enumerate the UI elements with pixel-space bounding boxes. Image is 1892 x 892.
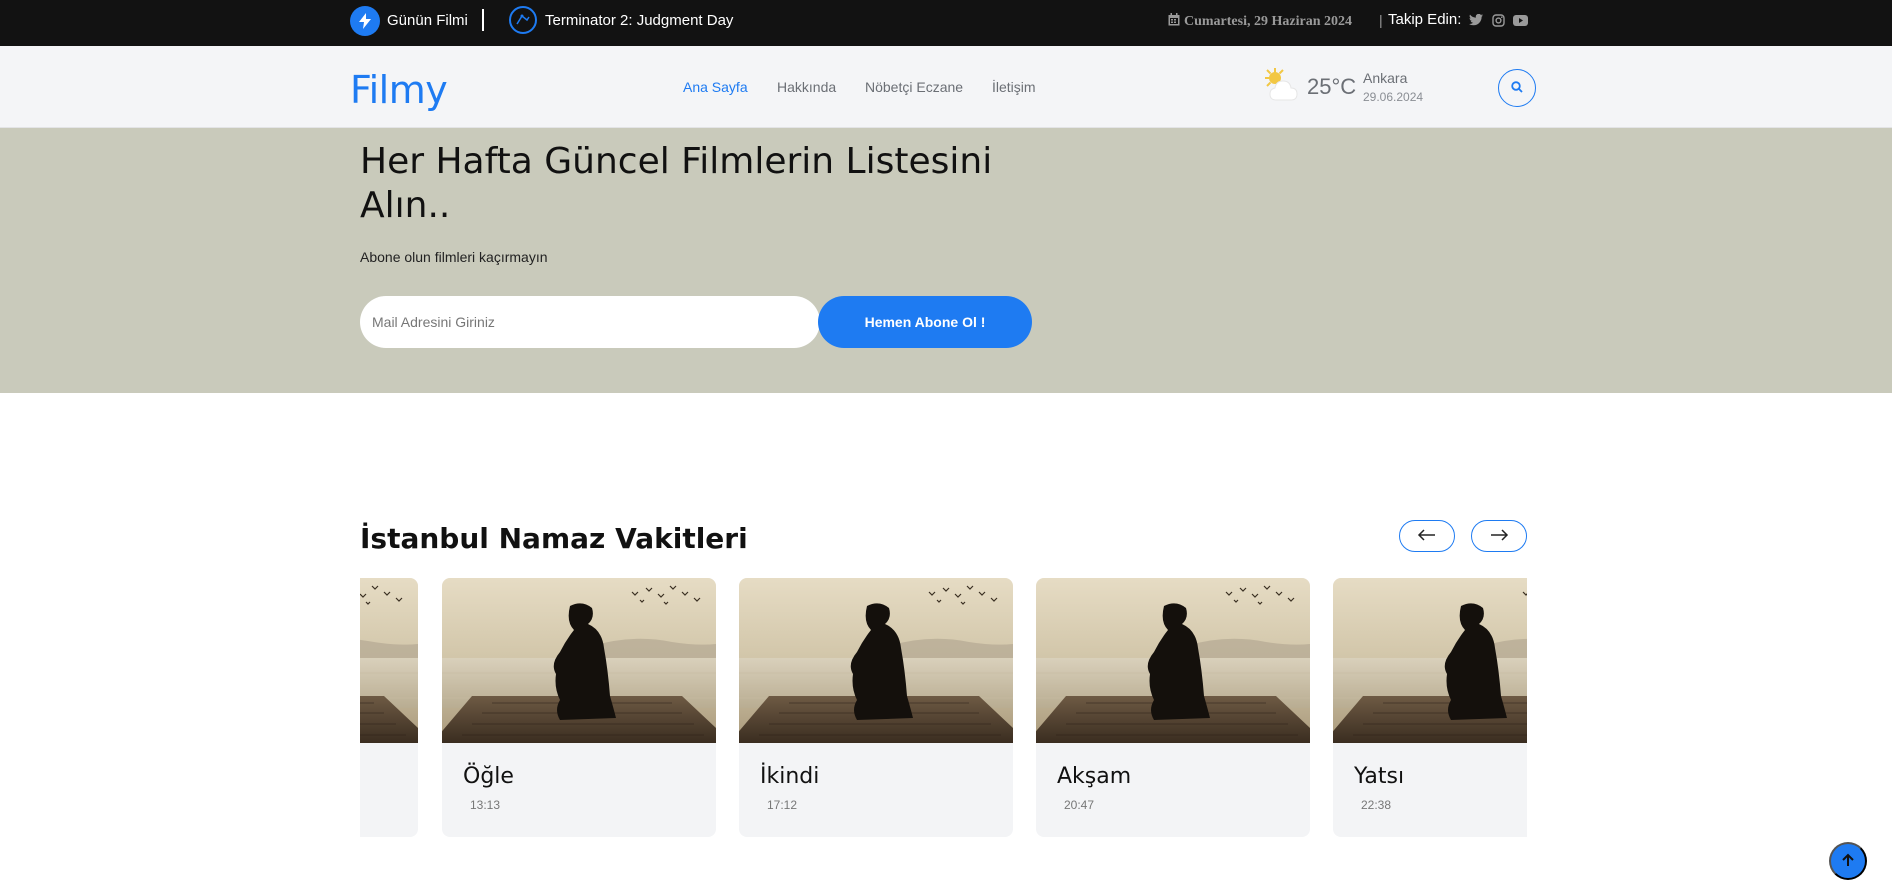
prayer-card[interactable]: Akşam 20:47 (1036, 578, 1310, 837)
prayer-time: 22:38 (1361, 798, 1392, 812)
arrow-right-icon (1489, 528, 1509, 544)
arrow-up-icon (1842, 853, 1854, 870)
nav-item-home[interactable]: Ana Sayfa (683, 79, 748, 95)
prayer-image (442, 578, 716, 743)
date-separator: | (1379, 12, 1383, 28)
nav-item-about[interactable]: Hakkında (777, 79, 836, 95)
prayer-time: 17:12 (767, 798, 798, 812)
prayer-section-title: İstanbul Namaz Vakitleri (360, 522, 748, 555)
weather-date: 29.06.2024 (1363, 90, 1424, 104)
nav-item-contact[interactable]: İletişim (992, 79, 1036, 95)
film-thumbnail-icon[interactable] (509, 6, 537, 34)
partly-sunny-icon (1262, 66, 1302, 106)
prayer-image (1333, 578, 1527, 743)
calendar-icon (1168, 13, 1180, 31)
prayer-time: 20:47 (1064, 798, 1095, 812)
carousel-next-button[interactable] (1471, 520, 1527, 552)
site-logo[interactable]: Filmy (350, 68, 448, 112)
carousel-prev-button[interactable] (1399, 520, 1455, 552)
twitter-icon[interactable] (1468, 12, 1484, 28)
main-navbar: Filmy Ana Sayfa Hakkında Nöbetçi Eczane … (0, 46, 1892, 128)
top-bar: Günün Filmi Terminator 2: Judgment Day C… (0, 0, 1892, 46)
prayer-carousel: Öğle 13:13 İkindi 17:12 Akşam 20:47 Yats… (360, 578, 1527, 838)
prayer-time: 13:13 (470, 798, 501, 812)
subscribe-hero: Her Hafta Güncel Filmlerin Listesini Alı… (0, 128, 1892, 393)
prayer-name: İkindi (760, 764, 820, 789)
film-of-day-label: Günün Filmi (387, 12, 468, 29)
prayer-card[interactable]: İkindi 17:12 (739, 578, 1013, 837)
search-icon (1511, 80, 1523, 96)
divider (482, 9, 484, 31)
email-input[interactable] (360, 296, 820, 348)
current-date: Cumartesi, 29 Haziran 2024 (1168, 13, 1352, 31)
prayer-name: Akşam (1057, 764, 1132, 789)
search-button[interactable] (1498, 69, 1536, 107)
hero-title: Her Hafta Güncel Filmlerin Listesini Alı… (360, 141, 993, 226)
weather-city: Ankara (1363, 70, 1408, 86)
scroll-to-top-button[interactable] (1829, 842, 1867, 880)
hero-subtitle: Abone olun filmleri kaçırmayın (360, 249, 548, 265)
prayer-image (1036, 578, 1310, 743)
subscribe-button[interactable]: Hemen Abone Ol ! (818, 296, 1032, 348)
date-text: Cumartesi, 29 Haziran 2024 (1184, 14, 1352, 29)
prayer-image (739, 578, 1013, 743)
prayer-card[interactable] (360, 578, 418, 837)
youtube-icon[interactable] (1512, 12, 1528, 28)
instagram-icon[interactable] (1490, 12, 1506, 28)
temperature: 25°C (1307, 74, 1357, 99)
prayer-name: Yatsı (1354, 764, 1405, 789)
nav-item-pharmacy[interactable]: Nöbetçi Eczane (865, 79, 963, 95)
prayer-image (360, 578, 418, 743)
lightning-icon (350, 6, 380, 36)
prayer-name: Öğle (463, 764, 514, 789)
arrow-left-icon (1417, 528, 1437, 544)
prayer-card[interactable]: Yatsı 22:38 (1333, 578, 1527, 837)
follow-label: Takip Edin: (1388, 11, 1462, 28)
prayer-card[interactable]: Öğle 13:13 (442, 578, 716, 837)
film-of-day-title[interactable]: Terminator 2: Judgment Day (545, 12, 733, 29)
